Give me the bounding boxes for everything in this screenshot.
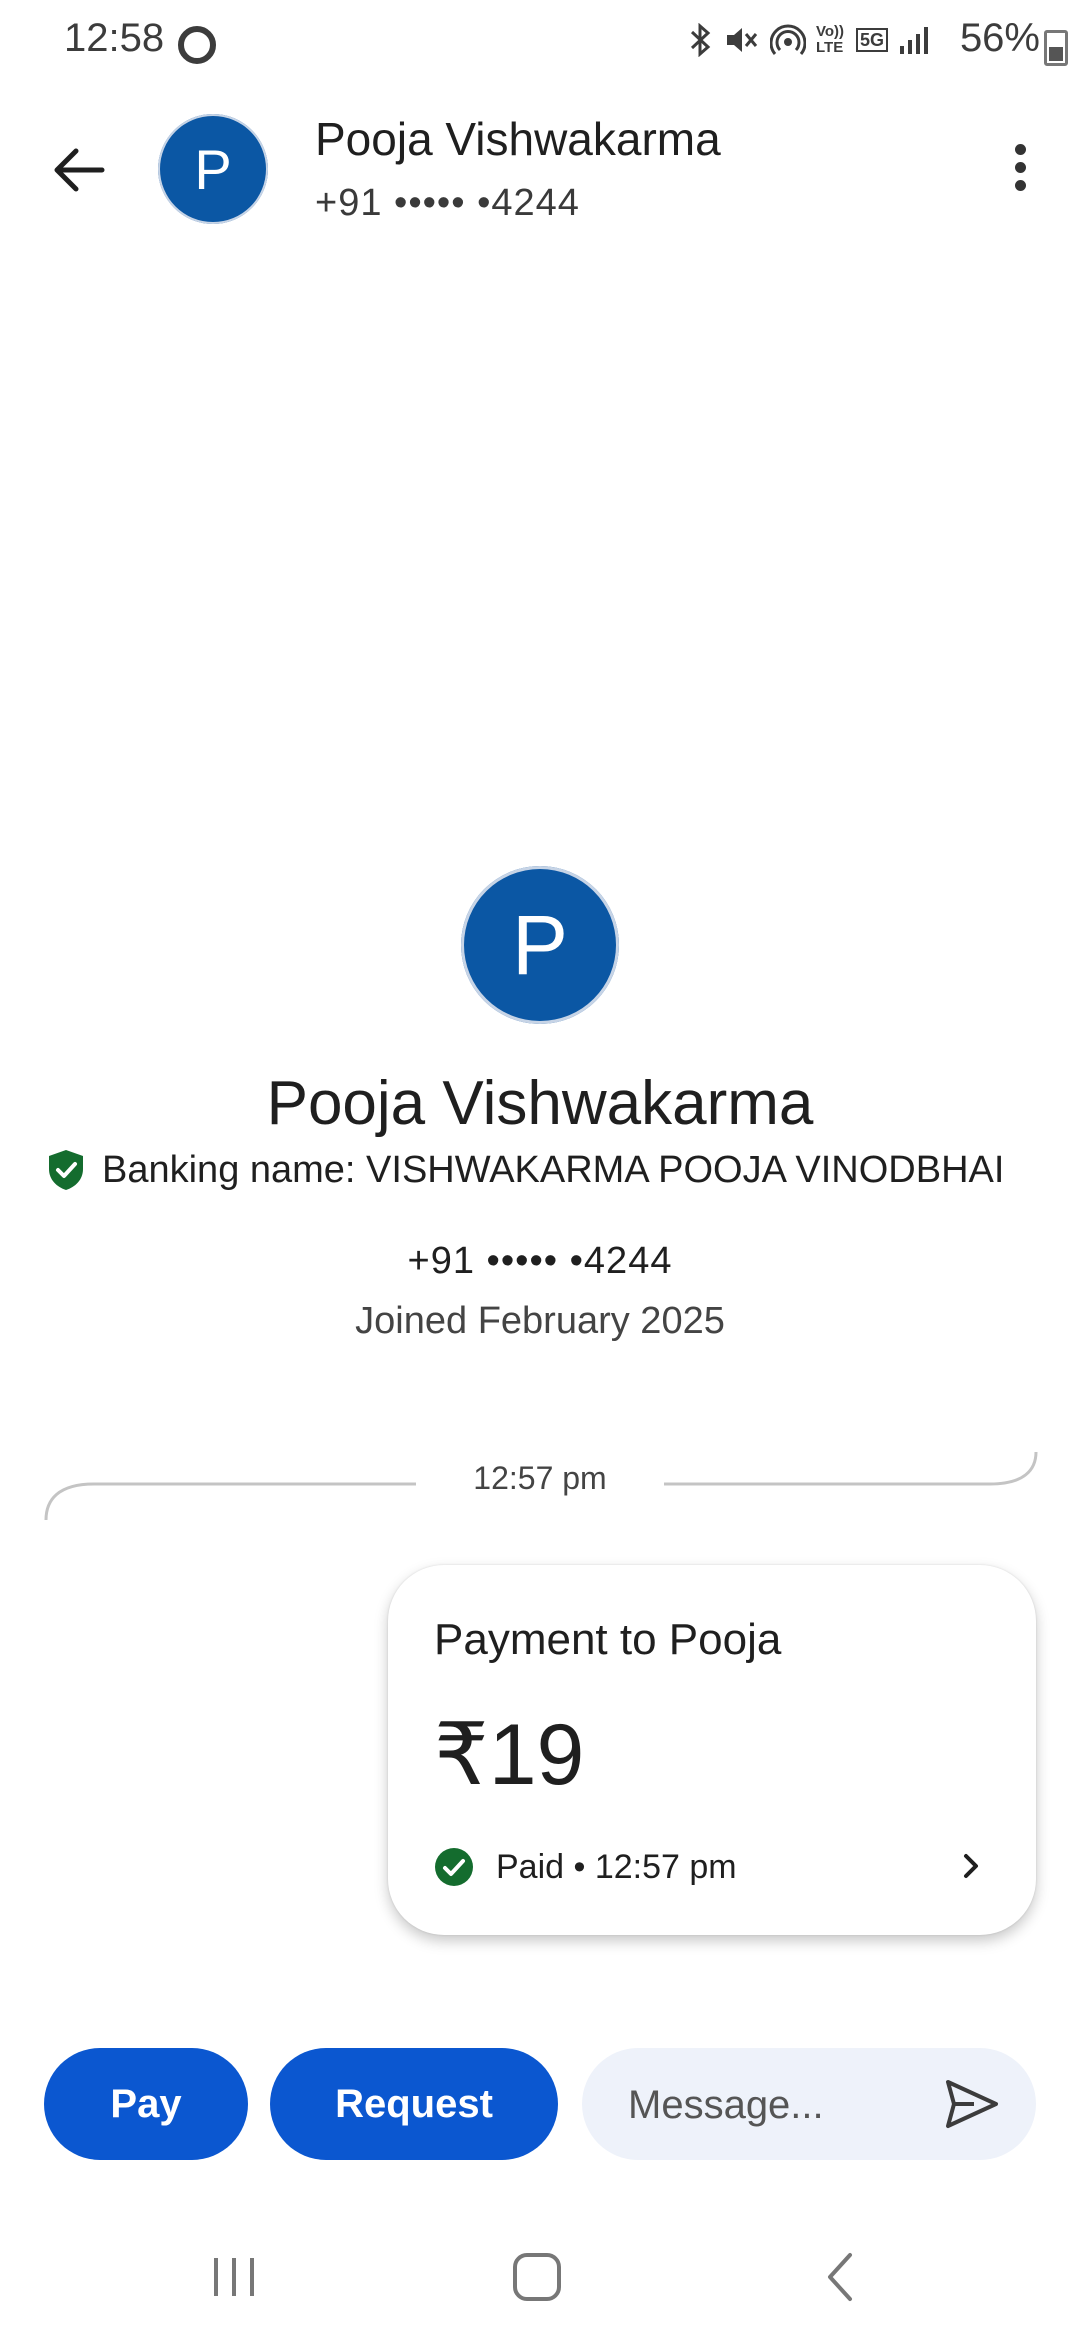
opera-icon bbox=[178, 26, 216, 64]
header-contact-phone: +91 ••••• •4244 bbox=[315, 182, 580, 224]
nav-recents-button[interactable] bbox=[210, 2252, 260, 2302]
banking-name-row: Banking name: VISHWAKARMA POOJA VINODBHA… bbox=[46, 1148, 1004, 1192]
send-button[interactable] bbox=[944, 2078, 1000, 2130]
send-icon bbox=[946, 2080, 998, 2128]
recents-icon bbox=[214, 2258, 254, 2296]
more-options-button[interactable] bbox=[990, 138, 1050, 202]
chevron-right-icon bbox=[964, 1854, 978, 1878]
pay-button[interactable]: Pay bbox=[44, 2048, 248, 2160]
header-contact-name[interactable]: Pooja Vishwakarma bbox=[315, 112, 721, 166]
payment-status-row: Paid • 12:57 pm bbox=[434, 1847, 737, 1887]
request-button[interactable]: Request bbox=[270, 2048, 558, 2160]
signal-icon bbox=[900, 27, 928, 54]
arrow-back-icon bbox=[54, 148, 105, 192]
status-bar: 12:58 Vo)) LTE 5G 56% bbox=[0, 0, 1080, 84]
payment-card[interactable]: Payment to Pooja ₹19 Paid • 12:57 pm bbox=[388, 1565, 1036, 1935]
message-box[interactable] bbox=[582, 2048, 1036, 2160]
back-button[interactable] bbox=[40, 130, 120, 210]
message-input[interactable] bbox=[626, 2076, 930, 2134]
nav-back-button[interactable] bbox=[820, 2250, 860, 2304]
header-avatar[interactable]: P bbox=[158, 114, 268, 224]
divider-timestamp: 12:57 pm bbox=[473, 1460, 607, 1496]
profile-joined-date: Joined February 2025 bbox=[355, 1300, 725, 1342]
volte-icon: Vo)) LTE bbox=[815, 23, 845, 56]
status-time: 12:58 bbox=[64, 16, 165, 60]
status-icons: Vo)) LTE 5G bbox=[688, 18, 930, 62]
chevron-left-icon bbox=[828, 2253, 852, 2301]
bluetooth-icon bbox=[690, 23, 711, 57]
verified-shield-icon bbox=[49, 1150, 83, 1190]
profile-avatar: P bbox=[461, 866, 619, 1024]
payment-status: Paid • 12:57 pm bbox=[496, 1847, 737, 1886]
battery-percent: 56% bbox=[959, 16, 1040, 60]
check-circle-icon bbox=[435, 1848, 473, 1886]
mute-icon bbox=[726, 28, 758, 52]
nav-home-button[interactable] bbox=[510, 2250, 564, 2304]
profile-phone: +91 ••••• •4244 bbox=[407, 1240, 673, 1282]
5g-icon: 5G bbox=[855, 28, 888, 52]
hotspot-icon bbox=[769, 24, 806, 55]
more-vert-icon bbox=[1014, 144, 1026, 155]
payment-title: Payment to Pooja bbox=[434, 1615, 782, 1664]
banking-name: Banking name: VISHWAKARMA POOJA VINODBHA… bbox=[102, 1148, 1005, 1191]
profile-name: Pooja Vishwakarma bbox=[266, 1069, 814, 1138]
home-icon bbox=[513, 2253, 561, 2301]
payment-amount: ₹19 bbox=[434, 1707, 585, 1803]
battery-icon bbox=[1044, 30, 1068, 66]
